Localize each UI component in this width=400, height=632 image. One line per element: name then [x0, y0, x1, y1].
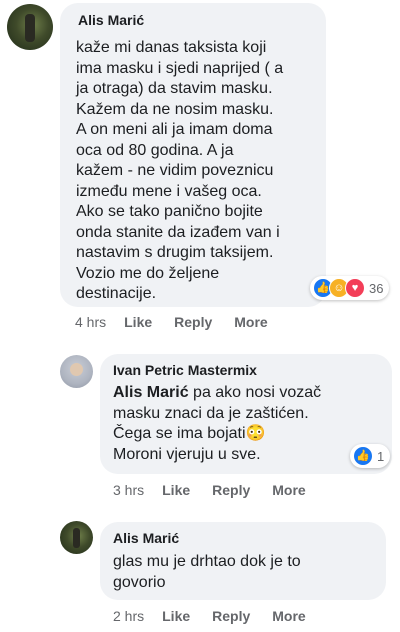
love-reaction-icon: ♥: [345, 278, 365, 298]
comment-text: glas mu je drhtao dok je to govorio: [113, 553, 301, 591]
comment-author[interactable]: Alis Marić: [78, 12, 144, 28]
reactions-badge[interactable]: 👍 1: [350, 444, 391, 468]
like-button[interactable]: Like: [124, 314, 152, 330]
flushed-emoji: 😳: [245, 425, 266, 442]
comment-timestamp[interactable]: 3 hrs: [113, 482, 144, 498]
like-button[interactable]: Like: [162, 482, 190, 498]
avatar[interactable]: [60, 355, 93, 388]
comment-author[interactable]: Alis Marić: [113, 530, 179, 546]
avatar[interactable]: [7, 4, 53, 50]
comment-timestamp[interactable]: 4 hrs: [75, 314, 106, 330]
comment-text-tail: Moroni vjeruju u sve.: [113, 445, 261, 463]
more-button[interactable]: More: [234, 314, 267, 330]
reactions-badge[interactable]: 👍 ☺ ♥ 36: [310, 276, 390, 300]
like-reaction-icon: 👍: [353, 446, 373, 466]
reply-button[interactable]: Reply: [212, 608, 250, 624]
mention-link[interactable]: Alis Marić: [113, 384, 189, 401]
reply-button[interactable]: Reply: [212, 482, 250, 498]
comment-text: kaže mi danas taksista koji ima masku i …: [76, 39, 284, 302]
comment-actions: 4 hrs Like Reply More: [75, 314, 290, 330]
reply-button[interactable]: Reply: [174, 314, 212, 330]
comment-actions: 2 hrs Like Reply More: [113, 608, 328, 624]
reaction-count: 1: [377, 448, 385, 464]
more-button[interactable]: More: [272, 608, 305, 624]
comment-timestamp[interactable]: 2 hrs: [113, 608, 144, 624]
avatar[interactable]: [60, 521, 93, 554]
comment-actions: 3 hrs Like Reply More: [113, 482, 328, 498]
comment-text: Alis Marić pa ako nosi vozač masku znaci…: [113, 383, 388, 465]
comment-author[interactable]: Ivan Petric Mastermix: [113, 362, 257, 378]
reaction-count: 36: [369, 280, 384, 296]
like-button[interactable]: Like: [162, 608, 190, 624]
more-button[interactable]: More: [272, 482, 305, 498]
